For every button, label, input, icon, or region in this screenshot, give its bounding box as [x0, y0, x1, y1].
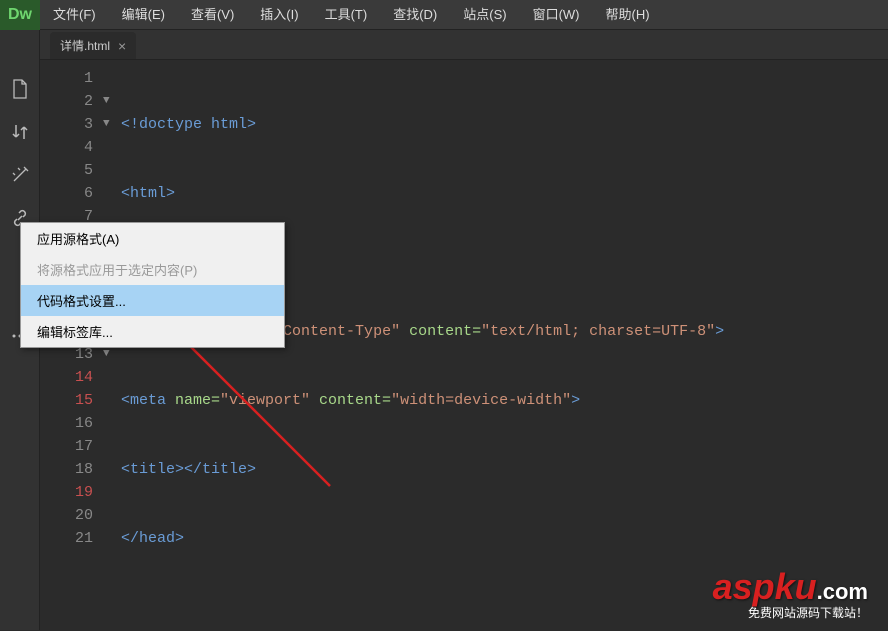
line-number: 17	[55, 435, 93, 458]
line-number: 4	[55, 136, 93, 159]
menu-view[interactable]: 查看(V)	[178, 0, 247, 30]
line-number: 15	[55, 389, 93, 412]
line-number: 14	[55, 366, 93, 389]
menu-file[interactable]: 文件(F)	[40, 0, 109, 30]
line-number: 18	[55, 458, 93, 481]
ctx-apply-to-selection: 将源格式应用于选定内容(P)	[21, 254, 284, 285]
app-logo: Dw	[0, 0, 40, 30]
line-number: 16	[55, 412, 93, 435]
menu-edit[interactable]: 编辑(E)	[109, 0, 178, 30]
ctx-code-format-settings[interactable]: 代码格式设置...	[21, 285, 284, 316]
tool-wand-icon[interactable]	[6, 161, 34, 189]
menu-insert[interactable]: 插入(I)	[247, 0, 311, 30]
line-number: 6	[55, 182, 93, 205]
tool-swap-icon[interactable]	[6, 118, 34, 146]
tab-close-icon[interactable]: ×	[118, 38, 126, 54]
ctx-edit-tag-library[interactable]: 编辑标签库...	[21, 316, 284, 347]
line-number: 2	[55, 90, 93, 113]
file-tab[interactable]: 详情.html ×	[50, 32, 136, 59]
watermark: aspku.com 免费网站源码下载站！	[713, 566, 868, 621]
tool-file-icon[interactable]	[6, 75, 34, 103]
ctx-apply-source-format[interactable]: 应用源格式(A)	[21, 223, 284, 254]
menu-tools[interactable]: 工具(T)	[312, 0, 381, 30]
tab-bar: 详情.html ×	[40, 30, 888, 60]
line-number: 5	[55, 159, 93, 182]
fold-marker[interactable]: ▼	[103, 113, 121, 136]
menu-window[interactable]: 窗口(W)	[520, 0, 593, 30]
line-number: 3	[55, 113, 93, 136]
line-number: 19	[55, 481, 93, 504]
menu-find[interactable]: 查找(D)	[380, 0, 450, 30]
line-number: 1	[55, 67, 93, 90]
context-menu: 应用源格式(A) 将源格式应用于选定内容(P) 代码格式设置... 编辑标签库.…	[20, 222, 285, 348]
menu-site[interactable]: 站点(S)	[450, 0, 519, 30]
line-number: 20	[55, 504, 93, 527]
menu-help[interactable]: 帮助(H)	[593, 0, 663, 30]
line-number: 21	[55, 527, 93, 550]
fold-marker[interactable]: ▼	[103, 90, 121, 113]
tab-label: 详情.html	[60, 37, 110, 54]
menu-bar: Dw 文件(F) 编辑(E) 查看(V) 插入(I) 工具(T) 查找(D) 站…	[0, 0, 888, 30]
